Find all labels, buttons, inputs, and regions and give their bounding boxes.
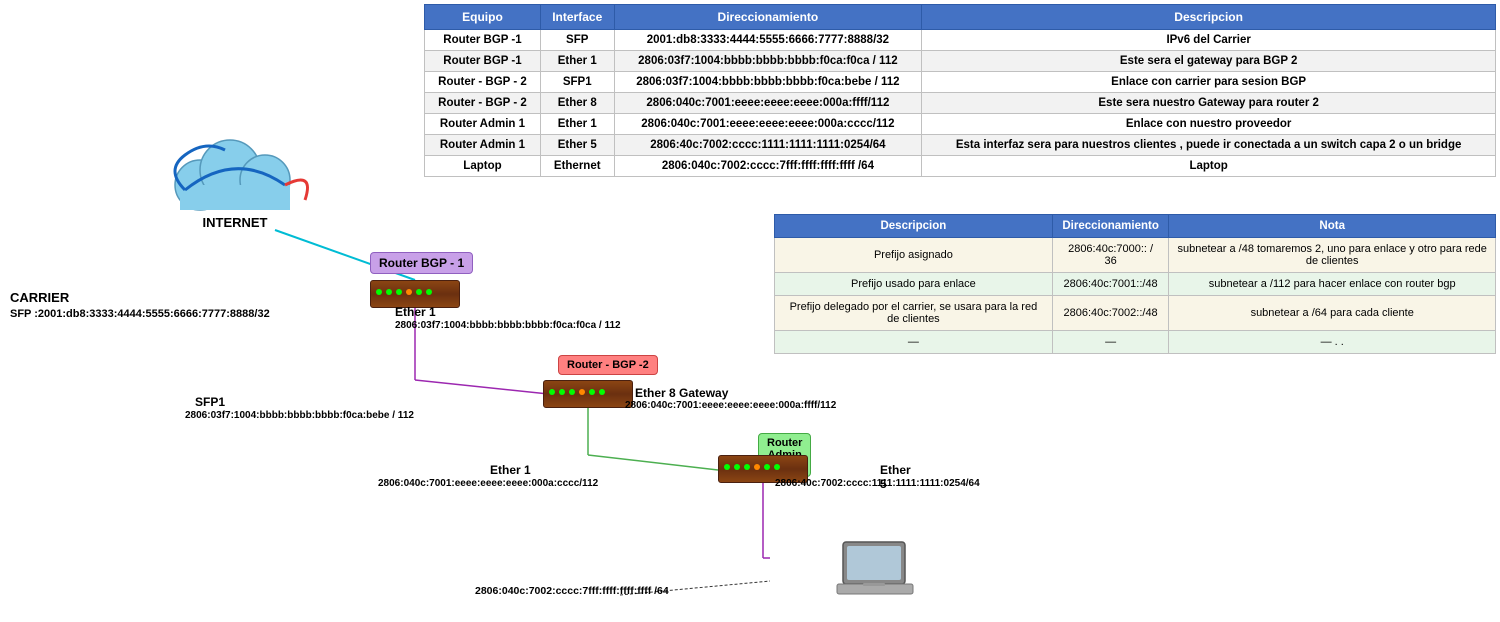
col-desc: Descripcion xyxy=(922,5,1496,30)
addr-admin-ether5: 2806:40c:7002:cccc:1111:1111:1111:0254/6… xyxy=(775,478,980,489)
addr-bgp2-ether8: 2806:040c:7001:eeee:eeee:eeee:000a:ffff/… xyxy=(625,400,836,411)
second-table: Descripcion Direccionamiento Nota Prefij… xyxy=(774,214,1496,354)
second-cell-0-desc: Prefijo asignado xyxy=(775,238,1053,273)
second-cell-2-desc: Prefijo delegado por el carrier, se usar… xyxy=(775,296,1053,331)
main-cell-0-desc: IPv6 del Carrier xyxy=(922,30,1496,51)
addr-bgp2-sfp1: 2806:03f7:1004:bbbb:bbbb:bbbb:f0ca:bebe … xyxy=(185,410,414,421)
second-cell-0-nota: subnetear a /48 tomaremos 2, uno para en… xyxy=(1169,238,1496,273)
second-cell-3-nota: — . . xyxy=(1169,331,1496,354)
second-cell-3-desc: — xyxy=(775,331,1053,354)
internet-cloud: INTERNET xyxy=(155,130,315,230)
main-cell-6-desc: Laptop xyxy=(922,156,1496,177)
router-bgp2-device xyxy=(543,380,633,408)
router-bgp1-label: Router BGP - 1 xyxy=(370,252,473,274)
main-cell-5-desc: Esta interfaz sera para nuestros cliente… xyxy=(922,135,1496,156)
main-cell-1-desc: Este sera el gateway para BGP 2 xyxy=(922,51,1496,72)
main-cell-4-desc: Enlace con nuestro proveedor xyxy=(922,114,1496,135)
router-bgp2-label: Router - BGP -2 xyxy=(558,355,658,375)
ether1-bgp1-label: Ether 1 xyxy=(395,305,436,319)
second-cell-1-desc: Prefijo usado para enlace xyxy=(775,273,1053,296)
carrier-label: CARRIER xyxy=(10,290,69,305)
second-cell-2-dir: 2806:40c:7002::/48 xyxy=(1052,296,1169,331)
main-cell-3-desc: Este sera nuestro Gateway para router 2 xyxy=(922,93,1496,114)
ether8-gw-label: Ether 8 Gateway xyxy=(635,386,728,400)
second-cell-3-dir: — xyxy=(1052,331,1169,354)
addr-admin-ether1: 2806:040c:7001:eeee:eeee:eeee:000a:cccc/… xyxy=(378,478,598,489)
ether1-admin-label: Ether 1 xyxy=(490,463,531,477)
second-table-section: Descripcion Direccionamiento Nota Prefij… xyxy=(770,210,1500,358)
second-cell-2-nota: subnetear a /64 para cada cliente xyxy=(1169,296,1496,331)
second-cell-1-nota: subnetear a /112 para hacer enlace con r… xyxy=(1169,273,1496,296)
sfp1-bgp2-label: SFP1 xyxy=(195,395,225,409)
col2-dir: Direccionamiento xyxy=(1052,215,1169,238)
col2-nota: Nota xyxy=(1169,215,1496,238)
addr-bgp1-ether1: 2806:03f7:1004:bbbb:bbbb:bbbb:f0ca:f0ca … xyxy=(395,320,621,331)
second-cell-1-dir: 2806:40c:7001::/48 xyxy=(1052,273,1169,296)
main-cell-2-desc: Enlace con carrier para sesion BGP xyxy=(922,72,1496,93)
router-bgp1-device xyxy=(370,280,460,308)
network-diagram: INTERNET CARRIER SFP :2001:db8:3333:4444… xyxy=(0,0,770,622)
col2-desc: Descripcion xyxy=(775,215,1053,238)
laptop-addr: 2806:040c:7002:cccc:7fff:ffff:ffff:ffff … xyxy=(475,585,669,597)
second-cell-0-dir: 2806:40c:7000:: / 36 xyxy=(1052,238,1169,273)
carrier-addr: SFP :2001:db8:3333:4444:5555:6666:7777:8… xyxy=(10,308,270,320)
laptop-icon xyxy=(835,540,915,600)
